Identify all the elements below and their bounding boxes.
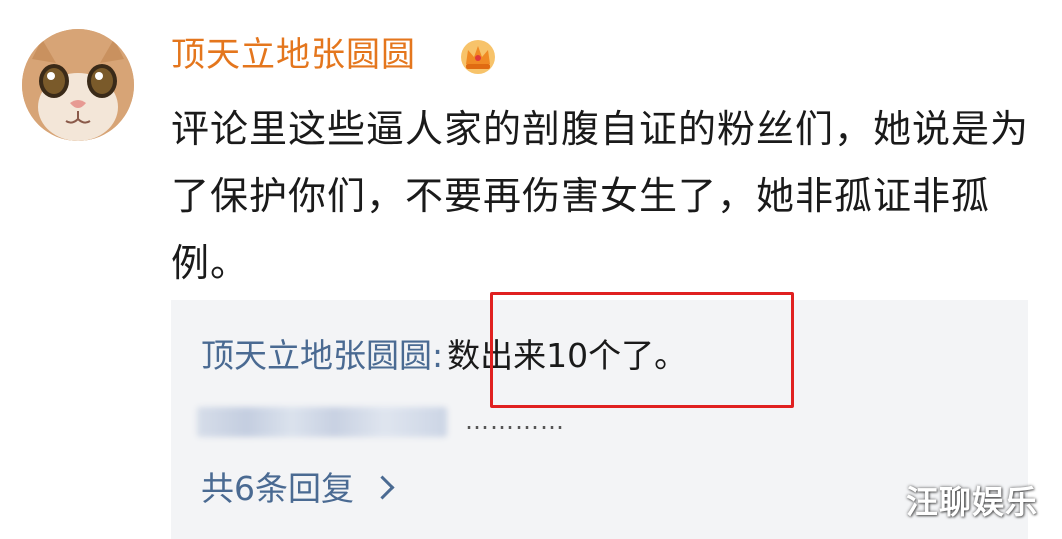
- avatar[interactable]: [22, 29, 134, 141]
- reply-author-link[interactable]: 顶天立地张圆圆: [201, 336, 432, 375]
- blurred-username: [197, 407, 447, 437]
- chevron-right-icon: [370, 475, 395, 500]
- highlight-box: [490, 292, 794, 408]
- reply-separator: :: [432, 336, 444, 375]
- crown-icon: [461, 40, 495, 74]
- view-replies-link[interactable]: 共6条回复: [201, 465, 395, 513]
- cat-avatar-image: [22, 29, 134, 141]
- reply-count-label: 共6条回复: [201, 469, 354, 508]
- watermark: 汪聊娱乐: [906, 483, 1039, 521]
- blurred-reply-text: …………: [465, 407, 565, 435]
- comment-username[interactable]: 顶天立地张圆圆: [171, 30, 416, 80]
- comment-text: 评论里这些逼人家的剖腹自证的粉丝们，她说是为了保护你们，不要再伤害女生了，她非孤…: [171, 107, 1030, 285]
- blurred-reply: …………: [197, 403, 617, 439]
